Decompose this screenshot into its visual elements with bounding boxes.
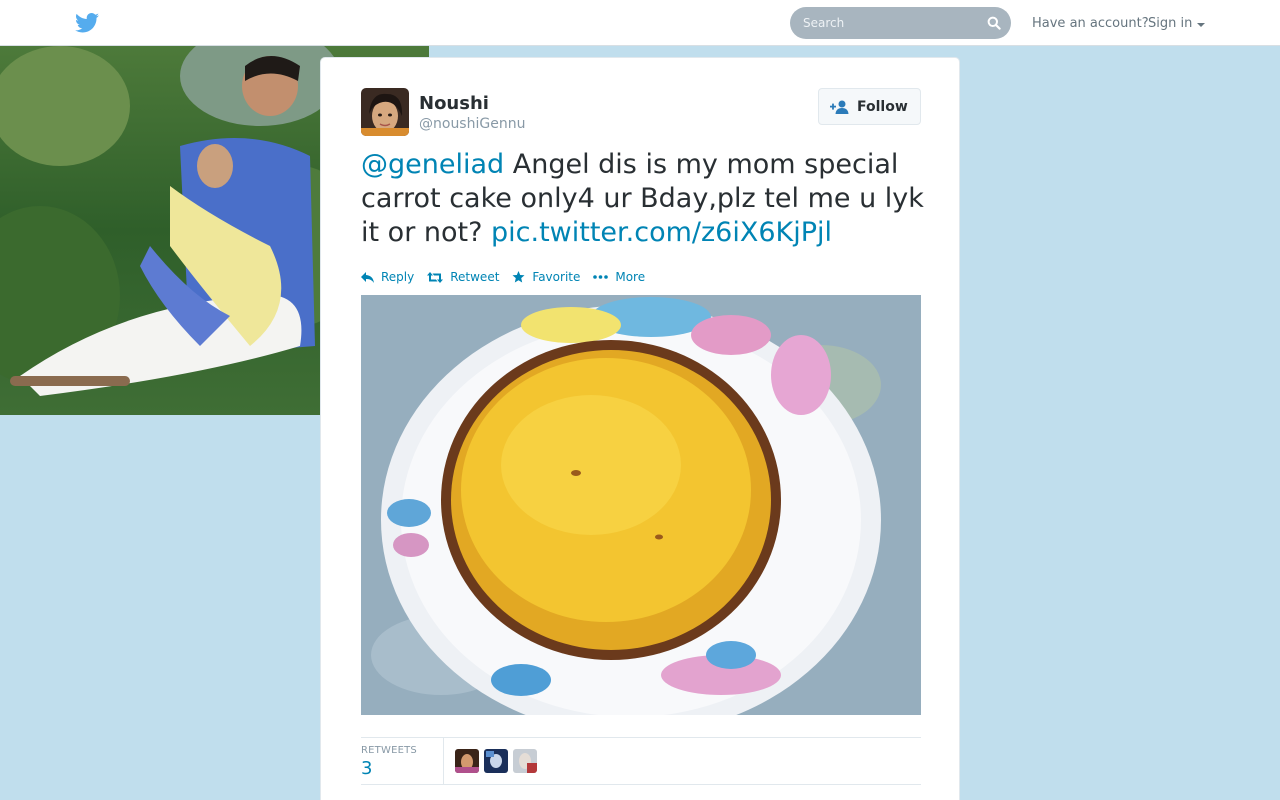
- favorite-label: Favorite: [532, 270, 581, 284]
- tweet-text: @geneliad Angel dis is my mom special ca…: [361, 148, 931, 250]
- reply-button[interactable]: Reply: [361, 270, 414, 284]
- search-icon[interactable]: [987, 16, 1001, 30]
- follow-label: Follow: [857, 98, 908, 115]
- retweets-count[interactable]: 3: [361, 758, 372, 779]
- retweets-label: RETWEETS: [361, 745, 417, 756]
- more-label: More: [615, 270, 646, 284]
- avatar[interactable]: [513, 749, 537, 773]
- mention-link[interactable]: @geneliad: [361, 149, 504, 180]
- chevron-down-icon[interactable]: [1197, 23, 1205, 27]
- follow-button[interactable]: Follow: [818, 88, 921, 125]
- reply-icon: [361, 271, 374, 283]
- top-navigation-bar: Have an account? Sign in: [0, 0, 1280, 46]
- retweet-button[interactable]: Retweet: [427, 270, 499, 284]
- retweet-icon: [427, 271, 444, 283]
- avatar[interactable]: [484, 749, 508, 773]
- have-account-text: Have an account?: [1032, 16, 1149, 31]
- tweet-media-image[interactable]: [361, 295, 921, 715]
- more-button[interactable]: More: [593, 270, 645, 284]
- reply-label: Reply: [381, 270, 415, 284]
- pic-link[interactable]: pic.twitter.com/z6iX6KjPjl: [491, 217, 832, 248]
- sign-in-link[interactable]: Sign in: [1148, 16, 1192, 31]
- user-handle[interactable]: @noushiGennu: [419, 116, 525, 132]
- star-icon: [512, 271, 525, 283]
- retweeter-avatars: [455, 749, 542, 773]
- favorite-button[interactable]: Favorite: [512, 270, 580, 284]
- more-dots-icon: [593, 275, 609, 279]
- follow-user-icon: [830, 100, 849, 114]
- search-box[interactable]: [790, 7, 1011, 39]
- retweet-label: Retweet: [450, 270, 500, 284]
- tweet-actions: Reply Retweet Favorite More: [361, 269, 658, 285]
- tweet-stats: RETWEETS 3: [361, 737, 921, 785]
- tweet-card: Noushi @noushiGennu Follow @geneliad Ang…: [320, 57, 960, 800]
- user-fullname[interactable]: Noushi: [419, 93, 489, 114]
- search-input[interactable]: [790, 7, 980, 39]
- avatar[interactable]: [455, 749, 479, 773]
- stats-divider: [443, 738, 444, 785]
- twitter-bird-icon[interactable]: [75, 13, 99, 33]
- avatar[interactable]: [361, 88, 409, 136]
